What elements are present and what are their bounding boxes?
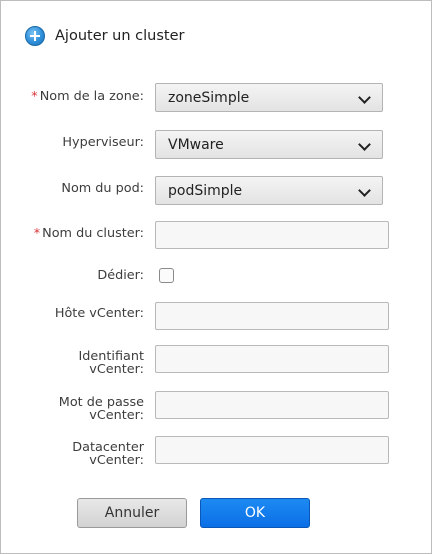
hypervisor-label: Hyperviseur: [62, 135, 144, 150]
vcenter-datacenter-label: Datacenter vCenter: [72, 441, 144, 467]
zone-select-value: zoneSimple [168, 89, 250, 106]
vcenter-datacenter-label-line2: vCenter: [89, 453, 144, 468]
hypervisor-select[interactable]: VMware [155, 130, 383, 159]
dedicate-label: Dédier: [97, 268, 144, 283]
vcenter-host-label: Hôte vCenter: [54, 306, 144, 321]
cluster-name-label: * Nom du cluster: [34, 227, 144, 240]
vcenter-password-label: Mot de passe vCenter: [59, 396, 144, 422]
pod-label: Nom du pod: [61, 181, 144, 196]
cluster-name-input[interactable] [155, 221, 389, 249]
pod-select-value: podSimple [168, 182, 243, 199]
zone-label-text: Nom de la zone: [39, 89, 144, 104]
hypervisor-select-value: VMware [168, 136, 224, 153]
vcenter-password-label-line2: vCenter: [89, 408, 144, 423]
zone-label: * Nom de la zone: [31, 90, 144, 103]
dialog-title: Ajouter un cluster [55, 28, 185, 44]
add-circle-icon [25, 26, 45, 46]
cluster-name-label-text: Nom du cluster: [42, 226, 144, 241]
pod-select[interactable]: podSimple [155, 176, 383, 205]
required-mark: * [31, 89, 38, 104]
ok-button[interactable]: OK [200, 498, 310, 528]
vcenter-id-label: Identifiant vCenter: [79, 350, 144, 376]
required-mark: * [33, 226, 41, 241]
chevron-down-icon [358, 184, 371, 197]
chevron-down-icon [358, 91, 371, 104]
vcenter-id-label-line2: vCenter: [89, 362, 144, 377]
dedicate-checkbox[interactable] [159, 268, 174, 283]
vcenter-id-input[interactable] [155, 345, 389, 373]
vcenter-datacenter-input[interactable] [155, 436, 389, 464]
chevron-down-icon [358, 138, 371, 151]
vcenter-host-input[interactable] [155, 302, 389, 330]
cancel-button[interactable]: Annuler [77, 498, 187, 528]
add-cluster-dialog: Ajouter un cluster * Nom de la zone: zone… [0, 0, 432, 554]
dialog-header: Ajouter un cluster [25, 25, 185, 47]
vcenter-password-input[interactable] [155, 391, 389, 419]
zone-select[interactable]: zoneSimple [155, 83, 383, 112]
